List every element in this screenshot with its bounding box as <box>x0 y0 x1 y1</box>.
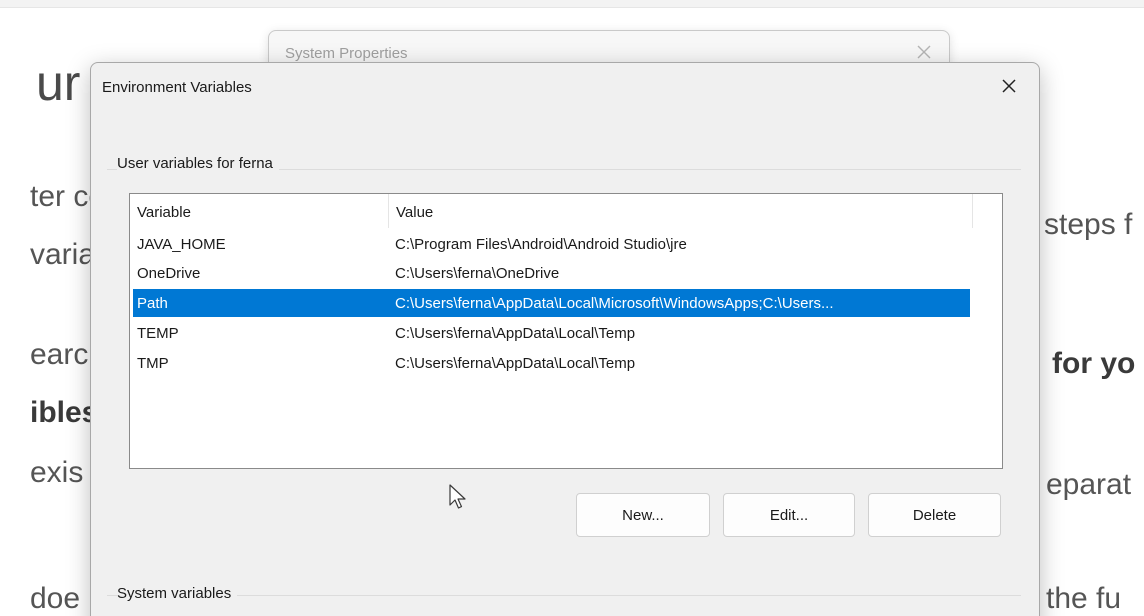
system-variables-group-label: System variables <box>117 585 238 602</box>
variable-name: OneDrive <box>137 265 201 282</box>
table-row[interactable]: JAVA_HOME C:\Program Files\Android\Andro… <box>133 230 970 258</box>
variable-name: TMP <box>137 355 169 372</box>
article-text-fragment: earcl <box>30 338 96 371</box>
system-variables-group-border <box>107 595 1021 596</box>
variable-name: JAVA_HOME <box>137 236 226 253</box>
close-icon[interactable] <box>999 76 1019 96</box>
user-variables-group-label: User variables for ferna <box>117 155 279 172</box>
article-text-fragment: doe <box>30 582 81 615</box>
system-properties-title: System Properties <box>285 45 408 62</box>
table-row[interactable]: OneDrive C:\Users\ferna\OneDrive <box>133 259 970 287</box>
mouse-pointer-icon <box>448 483 468 511</box>
variable-name: Path <box>137 295 168 312</box>
table-row[interactable]: TEMP C:\Users\ferna\AppData\Local\Temp <box>133 319 970 347</box>
article-text-fragment: eparat <box>1046 468 1132 501</box>
variable-value: C:\Users\ferna\OneDrive <box>395 265 560 282</box>
delete-button[interactable]: Delete <box>868 493 1001 537</box>
variable-value: C:\Users\ferna\AppData\Local\Microsoft\W… <box>395 295 834 312</box>
new-button[interactable]: New... <box>576 493 710 537</box>
variable-name: TEMP <box>137 325 179 342</box>
column-header-value[interactable]: Value <box>396 204 433 221</box>
article-text-fragment: exis <box>30 456 84 489</box>
article-text-fragment: varia <box>30 238 96 271</box>
column-separator[interactable] <box>972 194 973 228</box>
variable-value: C:\Users\ferna\AppData\Local\Temp <box>395 355 636 372</box>
user-variables-list[interactable]: Variable Value JAVA_HOME C:\Program File… <box>129 193 1003 469</box>
article-text-fragment: the fu <box>1046 582 1122 615</box>
article-heading-fragment: ur <box>36 55 81 111</box>
environment-variables-dialog: Environment Variables User variables for… <box>90 62 1040 616</box>
edit-button[interactable]: Edit... <box>723 493 855 537</box>
variable-value: C:\Users\ferna\AppData\Local\Temp <box>395 325 636 342</box>
list-header: Variable Value <box>130 194 1002 230</box>
article-bold-fragment: ibles <box>30 396 99 429</box>
close-icon[interactable] <box>915 43 933 61</box>
screen: ur ter co varia earcl ibles exis doe ste… <box>0 0 1144 616</box>
column-header-variable[interactable]: Variable <box>137 204 191 221</box>
dialog-title: Environment Variables <box>102 79 252 96</box>
variable-value: C:\Program Files\Android\Android Studio\… <box>395 236 687 253</box>
article-bold-fragment: for yo <box>1052 347 1136 380</box>
browser-top-strip <box>0 0 1144 8</box>
column-separator[interactable] <box>388 194 389 228</box>
table-row[interactable]: TMP C:\Users\ferna\AppData\Local\Temp <box>133 349 970 377</box>
article-text-fragment: steps f <box>1044 208 1133 241</box>
table-row-selected[interactable]: Path C:\Users\ferna\AppData\Local\Micros… <box>133 289 970 317</box>
